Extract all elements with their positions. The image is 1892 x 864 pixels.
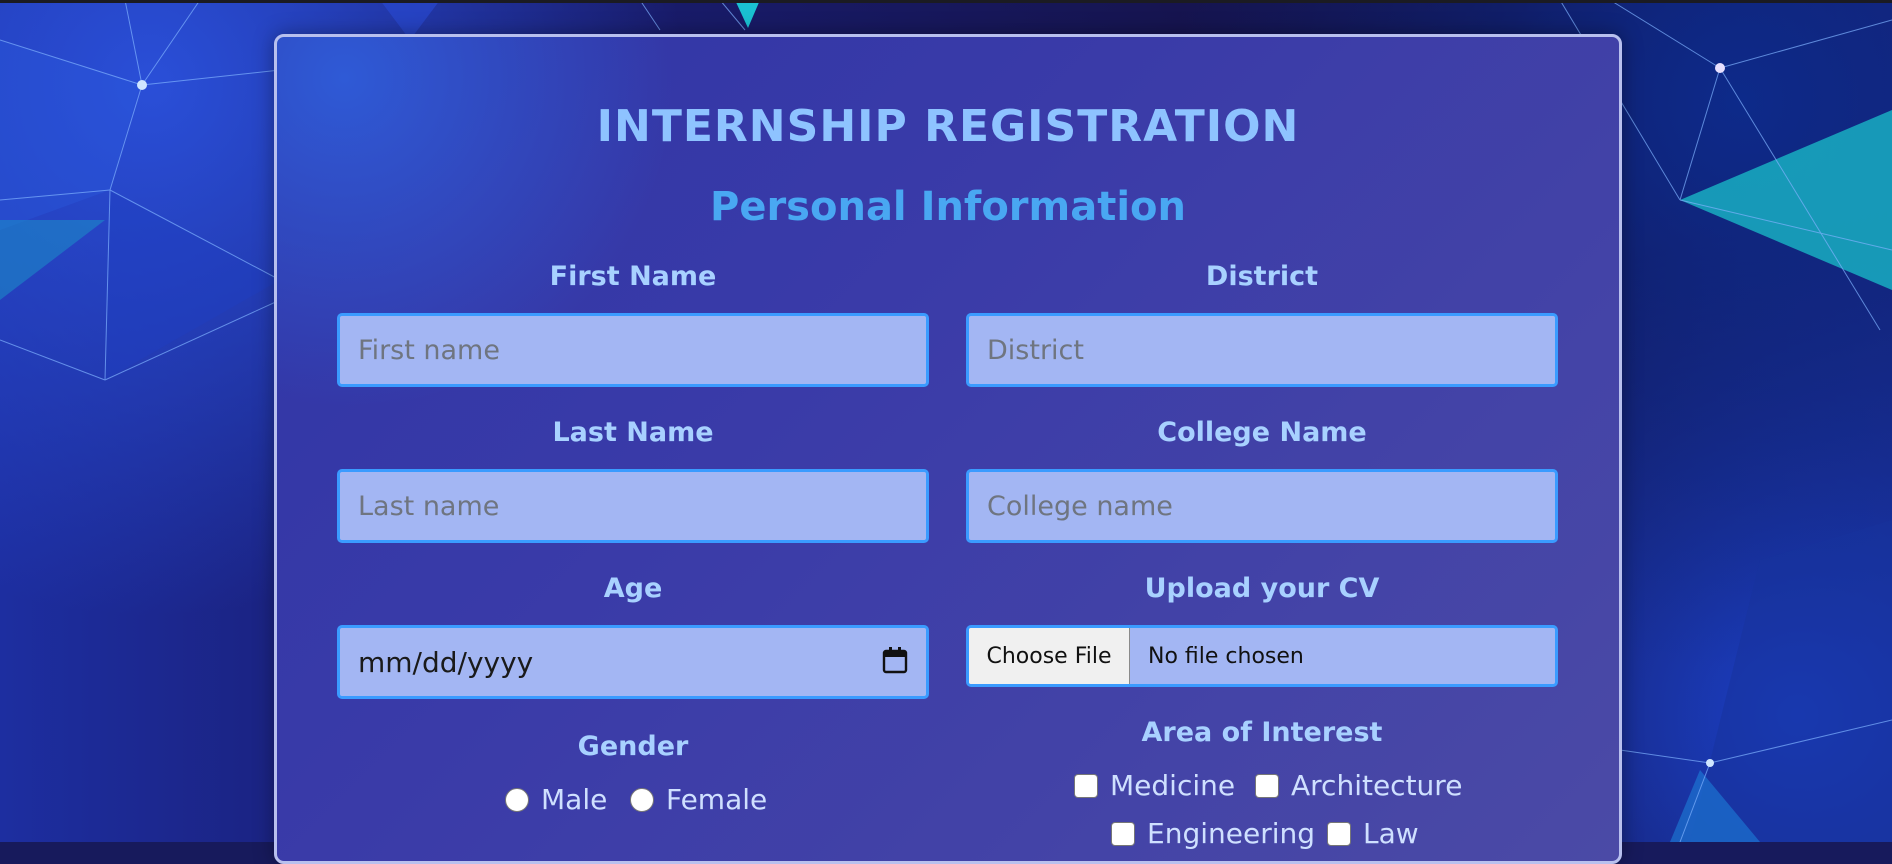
calendar-icon[interactable] xyxy=(882,646,908,678)
architecture-checkbox[interactable] xyxy=(1255,773,1279,798)
law-checkbox-label: Law xyxy=(1363,817,1419,850)
last-name-label: Last Name xyxy=(552,417,714,448)
cv-upload-label: Upload your CV xyxy=(1144,573,1380,604)
first-name-label: First Name xyxy=(549,261,717,292)
female-radio[interactable] xyxy=(630,787,654,812)
medicine-checkbox-label: Medicine xyxy=(1110,769,1236,802)
last-name-input[interactable] xyxy=(337,469,929,543)
gender-option-male[interactable]: Male xyxy=(505,783,607,816)
section-title: Personal Information xyxy=(710,184,1186,230)
engineering-checkbox-label: Engineering xyxy=(1147,817,1315,850)
interest-option-medicine[interactable]: Medicine xyxy=(1074,769,1235,802)
interest-option-architecture[interactable]: Architecture xyxy=(1255,769,1462,802)
gender-option-female[interactable]: Female xyxy=(630,783,767,816)
district-label: District xyxy=(1205,261,1319,292)
first-name-input[interactable] xyxy=(337,313,929,387)
registration-form-card: INTERNSHIP REGISTRATION Personal Informa… xyxy=(274,34,1622,864)
interest-option-law[interactable]: Law xyxy=(1327,817,1419,850)
female-radio-label: Female xyxy=(666,783,768,816)
college-name-input[interactable] xyxy=(966,469,1558,543)
date-placeholder: mm/dd/yyyy xyxy=(358,645,534,679)
college-name-label: College Name xyxy=(1157,417,1367,448)
age-label: Age xyxy=(603,573,663,604)
age-date-input[interactable]: mm/dd/yyyy xyxy=(337,625,929,699)
cv-file-input[interactable]: Choose File No file chosen xyxy=(966,625,1558,687)
male-radio[interactable] xyxy=(505,787,529,812)
medicine-checkbox[interactable] xyxy=(1074,773,1098,798)
form-title: INTERNSHIP REGISTRATION xyxy=(596,101,1300,152)
interest-option-engineering[interactable]: Engineering xyxy=(1111,817,1315,850)
district-input[interactable] xyxy=(966,313,1558,387)
top-bar xyxy=(0,0,1892,3)
gender-label: Gender xyxy=(577,731,689,762)
area-of-interest-label: Area of Interest xyxy=(1141,717,1383,748)
file-status-text: No file chosen xyxy=(1148,643,1304,669)
male-radio-label: Male xyxy=(541,783,608,816)
choose-file-button[interactable]: Choose File xyxy=(969,628,1130,684)
architecture-checkbox-label: Architecture xyxy=(1291,769,1463,802)
